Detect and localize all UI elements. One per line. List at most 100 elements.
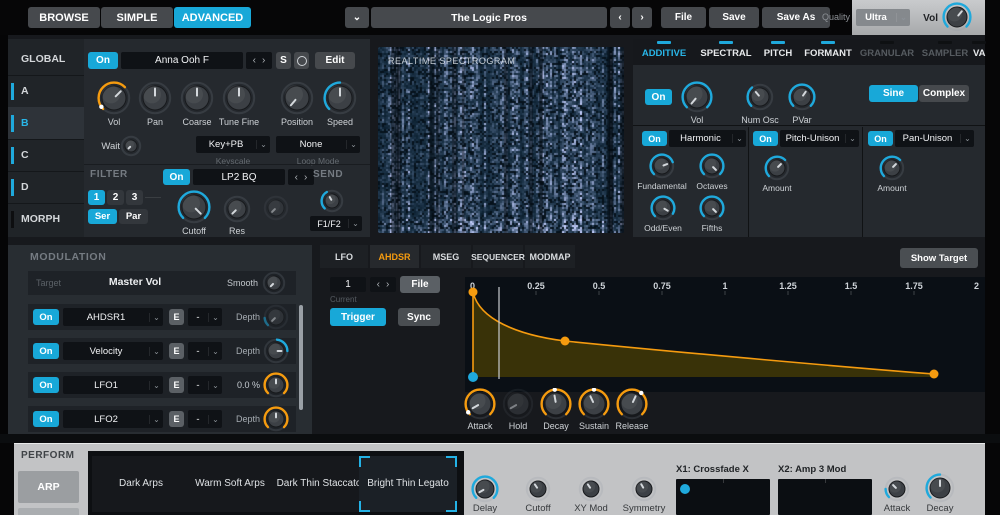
mod2-depth-knob[interactable] (263, 338, 289, 364)
send-destination-select[interactable]: F1/F2⌄ (310, 216, 362, 231)
snapshot-pad-1[interactable]: Dark Arps (92, 456, 190, 512)
snapshot-pad-3[interactable]: Dark Thin Staccato (270, 456, 368, 512)
filter-serial-button[interactable]: Ser (88, 209, 117, 224)
mod-smooth-knob[interactable] (262, 271, 286, 295)
pitch-unison-on-button[interactable]: On (753, 131, 778, 146)
source-nav-global[interactable]: GLOBAL (8, 43, 84, 76)
mod2-on-button[interactable]: On (33, 343, 59, 359)
mod-editor-tab-lfo[interactable]: LFO (320, 245, 368, 268)
xy-pad-1-handle[interactable] (680, 484, 690, 494)
file-button[interactable]: File (661, 7, 706, 28)
pitch-unison-mode-select[interactable]: Pitch-Unison⌄ (780, 130, 859, 147)
filter-on-button[interactable]: On (163, 169, 190, 185)
mod1-op-select[interactable]: -⌄ (188, 308, 222, 326)
mod2-source-select[interactable]: Velocity⌄ (63, 342, 163, 360)
filter-slot-1[interactable]: 1 (88, 190, 105, 205)
quality-select[interactable]: Ultra⌄ (856, 9, 910, 26)
preset-name-display[interactable]: The Logic Pros (371, 7, 607, 28)
additive-num-osc-knob[interactable] (746, 83, 774, 111)
source-nav-b[interactable]: B (8, 107, 84, 140)
ahdsr-sustain-knob[interactable] (578, 388, 610, 420)
perform-cutoff-knob[interactable] (525, 476, 551, 502)
additive-vol-knob[interactable] (681, 81, 713, 113)
odd-even-knob[interactable] (650, 195, 676, 221)
mod-target-value[interactable]: Master Vol (90, 276, 180, 288)
pan-unison-mode-select[interactable]: Pan-Unison⌄ (895, 130, 974, 147)
source-pan-knob[interactable] (138, 81, 172, 115)
additive-on-button[interactable]: On (645, 89, 672, 105)
mod1-on-button[interactable]: On (33, 309, 59, 325)
solo-button[interactable]: S (276, 52, 291, 69)
envelope-point-decay[interactable] (561, 337, 570, 346)
mod3-edit-button[interactable]: E (169, 377, 184, 393)
envelope-point-end[interactable] (930, 370, 939, 379)
master-volume-knob[interactable] (942, 2, 972, 32)
preset-menu-button[interactable]: ⌄ (345, 7, 369, 28)
mod2-edit-button[interactable]: E (169, 343, 184, 359)
filter-type-field[interactable]: LP2 BQ (193, 169, 285, 185)
fifths-knob[interactable] (699, 195, 725, 221)
envelope-index-steppers[interactable]: ‹› (370, 277, 396, 292)
ahdsr-decay-knob[interactable] (540, 388, 572, 420)
harmonic-mode-select[interactable]: Harmonic⌄ (669, 130, 746, 147)
wait-knob[interactable] (120, 135, 142, 157)
fundamental-knob[interactable] (649, 153, 675, 179)
send-amount-knob[interactable] (320, 189, 344, 213)
xy-pad-2[interactable] (778, 479, 872, 515)
pan-unison-amount-knob[interactable] (879, 155, 905, 181)
arp-button[interactable]: ARP (18, 471, 79, 503)
source-on-button[interactable]: On (88, 52, 118, 69)
engine-tab-granular[interactable]: GRANULAR (857, 39, 917, 65)
mod-editor-tab-mseg[interactable]: MSEG (421, 245, 471, 268)
source-sample-steppers[interactable]: ‹› (246, 52, 272, 69)
source-nav-c[interactable]: C (8, 139, 84, 172)
source-sample-name-field[interactable]: Anna Ooh F (121, 52, 243, 69)
mod4-edit-button[interactable]: E (169, 411, 184, 427)
pan-unison-on-button[interactable]: On (868, 131, 893, 146)
filter-res-knob[interactable] (223, 195, 251, 223)
mod-editor-tab-modmap[interactable]: MODMAP (525, 245, 575, 268)
sync-button[interactable]: Sync (398, 308, 440, 326)
preset-next-button[interactable]: › (632, 7, 652, 28)
mod4-op-select[interactable]: -⌄ (188, 410, 222, 428)
engine-tab-spectral[interactable]: SPECTRAL (696, 39, 756, 65)
keyscale-select[interactable]: Key+PB⌄ (196, 136, 270, 153)
engine-tab-additive[interactable]: ADDITIVE (633, 39, 695, 65)
preset-prev-button[interactable]: ‹ (610, 7, 630, 28)
mod1-depth-knob[interactable] (263, 304, 289, 330)
envelope-index-field[interactable]: 1 (330, 277, 366, 292)
source-position-knob[interactable] (280, 81, 314, 115)
mod4-on-button[interactable]: On (33, 411, 59, 427)
envelope-file-button[interactable]: File (400, 276, 440, 293)
mod2-op-select[interactable]: -⌄ (188, 342, 222, 360)
save-button[interactable]: Save (709, 7, 759, 28)
mod1-edit-button[interactable]: E (169, 309, 184, 325)
additive-pvar-knob[interactable] (788, 83, 816, 111)
wave-mode-sine-button[interactable]: Sine (869, 85, 918, 102)
modulation-scrollbar[interactable] (299, 305, 303, 410)
octaves-knob[interactable] (699, 153, 725, 179)
source-coarse-knob[interactable] (180, 81, 214, 115)
engine-tab-sampler[interactable]: SAMPLER (918, 39, 972, 65)
mod1-source-select[interactable]: AHDSR1⌄ (63, 308, 163, 326)
xy-pad-1[interactable] (676, 479, 770, 515)
source-nav-a[interactable]: A (8, 75, 84, 108)
source-nav-d[interactable]: D (8, 171, 84, 204)
snapshot-pad-2[interactable]: Warm Soft Arps (181, 456, 279, 512)
pitch-unison-amount-knob[interactable] (764, 155, 790, 181)
mod4-depth-knob[interactable] (263, 406, 289, 432)
filter-cutoff-knob[interactable] (177, 190, 211, 224)
perform-attack-knob[interactable] (884, 476, 910, 502)
source-tune-fine-knob[interactable] (222, 81, 256, 115)
engine-tab-va[interactable]: VA (973, 39, 985, 65)
filter-slot-3[interactable]: 3 (126, 190, 143, 205)
mod3-source-select[interactable]: LFO1⌄ (63, 376, 163, 394)
mod3-on-button[interactable]: On (33, 377, 59, 393)
view-tab-browse[interactable]: BROWSE (28, 7, 100, 28)
mod3-op-select[interactable]: -⌄ (188, 376, 222, 394)
ahdsr-release-knob[interactable] (616, 388, 648, 420)
edit-button[interactable]: Edit (315, 52, 355, 69)
engine-tab-formant[interactable]: FORMANT (800, 39, 856, 65)
loop-toggle-button[interactable] (294, 52, 309, 69)
envelope-point-peak[interactable] (469, 288, 478, 297)
